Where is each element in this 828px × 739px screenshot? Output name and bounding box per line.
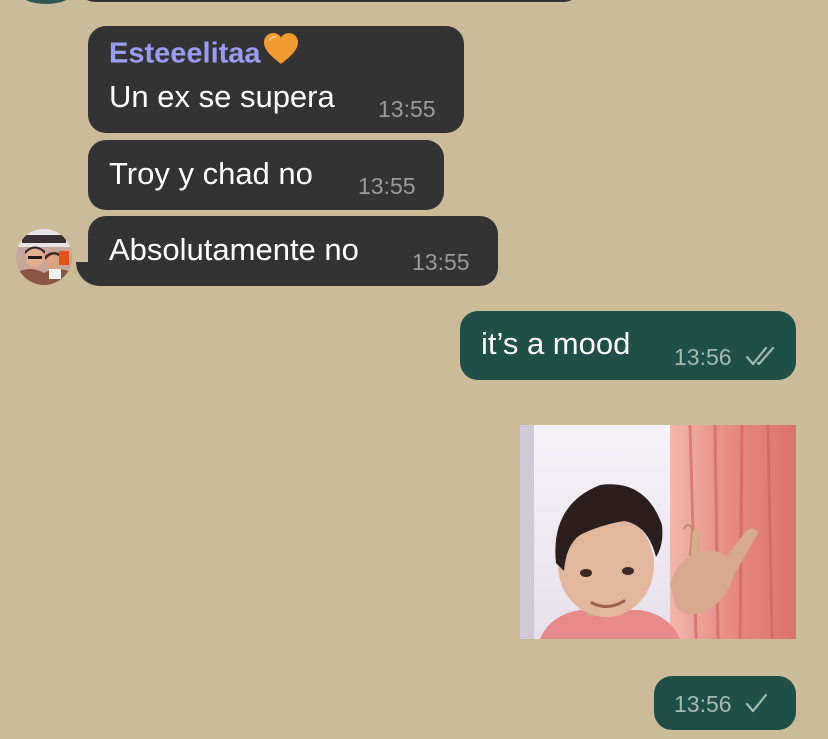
message-time: 13:56 [674,344,732,370]
message-time: 13:55 [412,249,470,275]
previous-message-bubble[interactable] [88,0,580,2]
message-text: Absolutamente no [109,232,359,267]
previous-avatar[interactable] [18,0,74,4]
message-text: Un ex se supera [109,79,335,114]
message-bubble-outgoing[interactable]: it’s a mood 13:56 [460,311,796,380]
sender-name[interactable]: Esteeelitaa [109,33,299,74]
sender-name-label: Esteeelitaa [109,37,261,70]
sender-avatar[interactable] [16,229,72,285]
message-bubble-incoming[interactable]: Esteeelitaa Un ex se supera 13:55 [88,26,464,133]
photo-attachment[interactable] [520,425,796,639]
message-bubble-incoming[interactable]: Absolutamente no 13:55 [88,216,498,286]
double-check-icon [745,345,777,372]
message-bubble-incoming[interactable]: Troy y chad no 13:55 [88,140,444,210]
message-text: Troy y chad no [109,156,313,191]
message-text: it’s a mood [481,326,631,361]
chat-conversation: Esteeelitaa Un ex se supera 13:55 Troy y… [0,0,828,739]
message-time: 13:56 [674,691,732,717]
message-bubble-outgoing[interactable]: 13:56 [654,676,796,730]
single-check-icon [744,692,770,719]
message-time: 13:55 [358,173,416,199]
orange-heart-icon [263,32,299,74]
message-time: 13:55 [378,96,436,122]
